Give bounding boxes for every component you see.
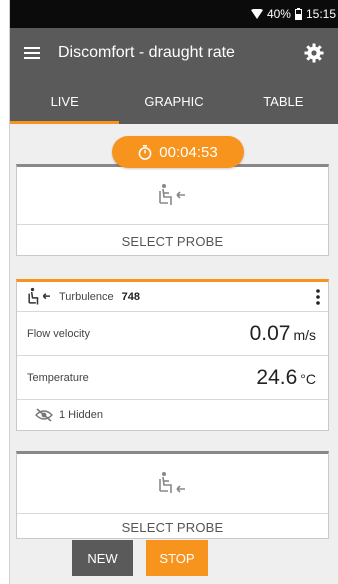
app-screen: 40% 15:15 Discomfort - draught rate LIVE… [10, 0, 338, 584]
select-probe-button-2[interactable]: SELECT PROBE [17, 514, 328, 540]
probe-slot-2: SELECT PROBE [16, 451, 329, 539]
reading-label: Temperature [27, 371, 89, 384]
seated-person-draught-icon [158, 471, 185, 493]
more-options-icon[interactable] [316, 288, 320, 305]
reading-unit: °C [300, 370, 316, 387]
reading-row-temperature: Temperature 24.6 °C [17, 356, 328, 400]
seated-person-draught-icon [28, 287, 50, 304]
app-bar: Discomfort - draught rate [10, 28, 338, 78]
reading-value: 0.07 [249, 321, 291, 345]
reading-value: 24.6 [256, 365, 298, 389]
clock: 15:15 [305, 7, 336, 21]
stopwatch-icon [138, 144, 152, 160]
probe-name: Turbulence [59, 290, 114, 303]
select-probe-button-1[interactable]: SELECT PROBE [17, 225, 328, 257]
battery-icon [294, 8, 302, 20]
page-title: Discomfort - draught rate [58, 44, 235, 61]
tab-table[interactable]: TABLE [229, 78, 338, 124]
probe-number: 748 [121, 290, 140, 303]
probe-header: Turbulence 748 [17, 282, 328, 312]
tab-live[interactable]: LIVE [10, 78, 120, 124]
probe-slot-1: SELECT PROBE [16, 164, 329, 256]
measurement-timer: 00:04:53 [112, 136, 244, 168]
probe-slot-2-icon-area [17, 454, 328, 514]
reading-label: Flow velocity [27, 327, 90, 340]
stop-button[interactable]: STOP [146, 540, 208, 576]
eye-hidden-icon [35, 407, 53, 422]
reading-value-wrap: 0.07 m/s [250, 322, 316, 346]
wifi-icon [250, 9, 263, 19]
reading-value-wrap: 24.6 °C [256, 366, 316, 390]
reading-unit: m/s [293, 326, 316, 343]
seated-person-draught-icon [158, 183, 185, 205]
gear-icon[interactable] [304, 43, 324, 63]
timer-value: 00:04:53 [159, 143, 218, 161]
hamburger-menu-icon[interactable] [24, 47, 40, 59]
battery-percent: 40% [266, 7, 291, 21]
hidden-readings-toggle[interactable]: 1 Hidden [17, 400, 328, 429]
tab-graphic[interactable]: GRAPHIC [119, 78, 228, 124]
new-button[interactable]: NEW [72, 540, 133, 576]
tab-bar: LIVE GRAPHIC TABLE [10, 78, 338, 124]
measurement-card: Turbulence 748 Flow velocity 0.07 m/s Tem… [16, 279, 329, 431]
probe-slot-1-icon-area [17, 167, 328, 225]
hidden-count-label: 1 Hidden [59, 408, 104, 421]
reading-row-flow-velocity: Flow velocity 0.07 m/s [17, 312, 328, 356]
status-bar: 40% 15:15 [10, 0, 338, 28]
